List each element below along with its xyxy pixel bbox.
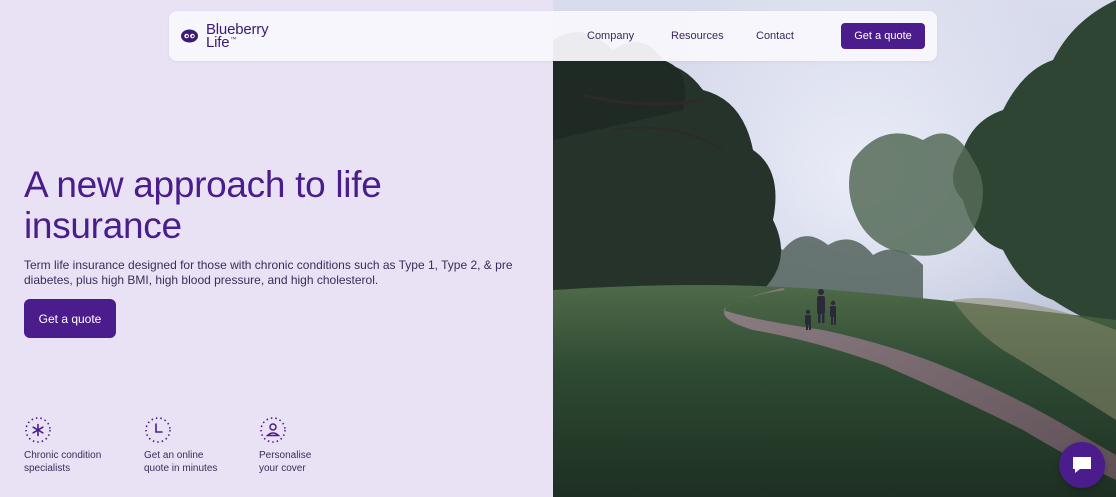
chat-bubble-icon	[1073, 457, 1091, 473]
feature-label: Get an online quote in minutes	[144, 450, 218, 474]
feature-label: Chronic condition specialists	[24, 450, 102, 474]
feature-personalise-cover: Personalise your cover	[259, 416, 311, 475]
page: Blueberry Life™ Company Resources Contac…	[0, 0, 1116, 497]
hero-get-quote-button[interactable]: Get a quote	[24, 299, 116, 338]
clock-icon	[145, 417, 171, 443]
blueberry-eyes-icon	[181, 29, 198, 43]
brand-logo[interactable]: Blueberry Life™	[181, 22, 269, 51]
hero-title: A new approach to life insurance	[24, 164, 382, 246]
feature-chronic-condition: Chronic condition specialists	[24, 416, 101, 475]
navbar: Blueberry Life™ Company Resources Contac…	[169, 11, 937, 61]
hero-subtitle: Term life insurance designed for those w…	[24, 258, 513, 287]
nav-link-company[interactable]: Company	[587, 30, 634, 42]
nav-get-quote-button[interactable]: Get a quote	[841, 23, 925, 49]
brand-name: Blueberry Life™	[206, 22, 269, 51]
chat-button[interactable]	[1059, 442, 1105, 488]
feature-label: Personalise your cover	[259, 450, 312, 474]
brand-name-line2-text: Life	[206, 34, 230, 51]
trademark-mark: ™	[230, 37, 237, 43]
feature-online-quote: Get an online quote in minutes	[144, 416, 217, 475]
brand-name-line2: Life™	[206, 34, 268, 51]
hero-photo	[553, 0, 1116, 497]
nav-link-contact[interactable]: Contact	[756, 30, 794, 42]
person-icon	[260, 417, 286, 443]
nav-link-resources[interactable]: Resources	[671, 30, 724, 42]
asterisk-icon	[25, 417, 51, 443]
